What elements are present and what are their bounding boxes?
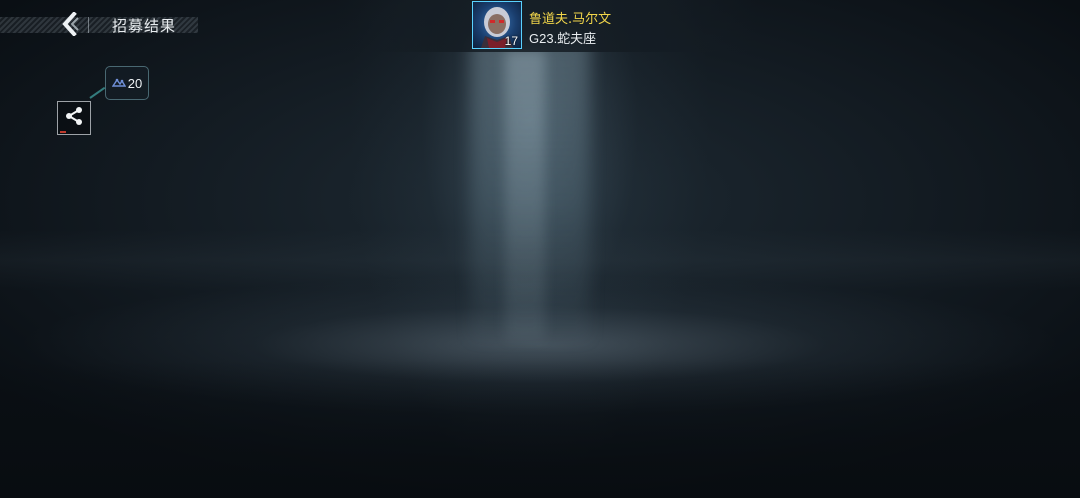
currency-counter[interactable]: 20 — [105, 66, 149, 100]
light-beam-core — [505, 50, 545, 340]
cosmic-resource-icon — [111, 74, 127, 93]
hero-name: 鲁道夫.马尔文 — [529, 12, 612, 27]
share-icon — [63, 105, 85, 131]
back-button[interactable] — [56, 11, 84, 40]
share-button[interactable] — [57, 101, 91, 135]
page-title: 招募结果 — [112, 17, 177, 35]
currency-value: 20 — [127, 75, 143, 91]
hero-avatar[interactable]: 17 — [472, 1, 522, 49]
background-haze — [0, 230, 1080, 290]
chevron-left-icon — [60, 11, 80, 40]
header-divider — [88, 17, 89, 33]
currency-connector-line — [89, 86, 106, 99]
recruit-result-scene: 招募结果 17 鲁道夫.马尔文 G23.蛇夫座 20 — [0, 0, 1080, 498]
hero-constellation: G23.蛇夫座 — [529, 31, 597, 46]
floor-shadow — [0, 360, 1080, 498]
hero-level: 17 — [504, 34, 518, 48]
